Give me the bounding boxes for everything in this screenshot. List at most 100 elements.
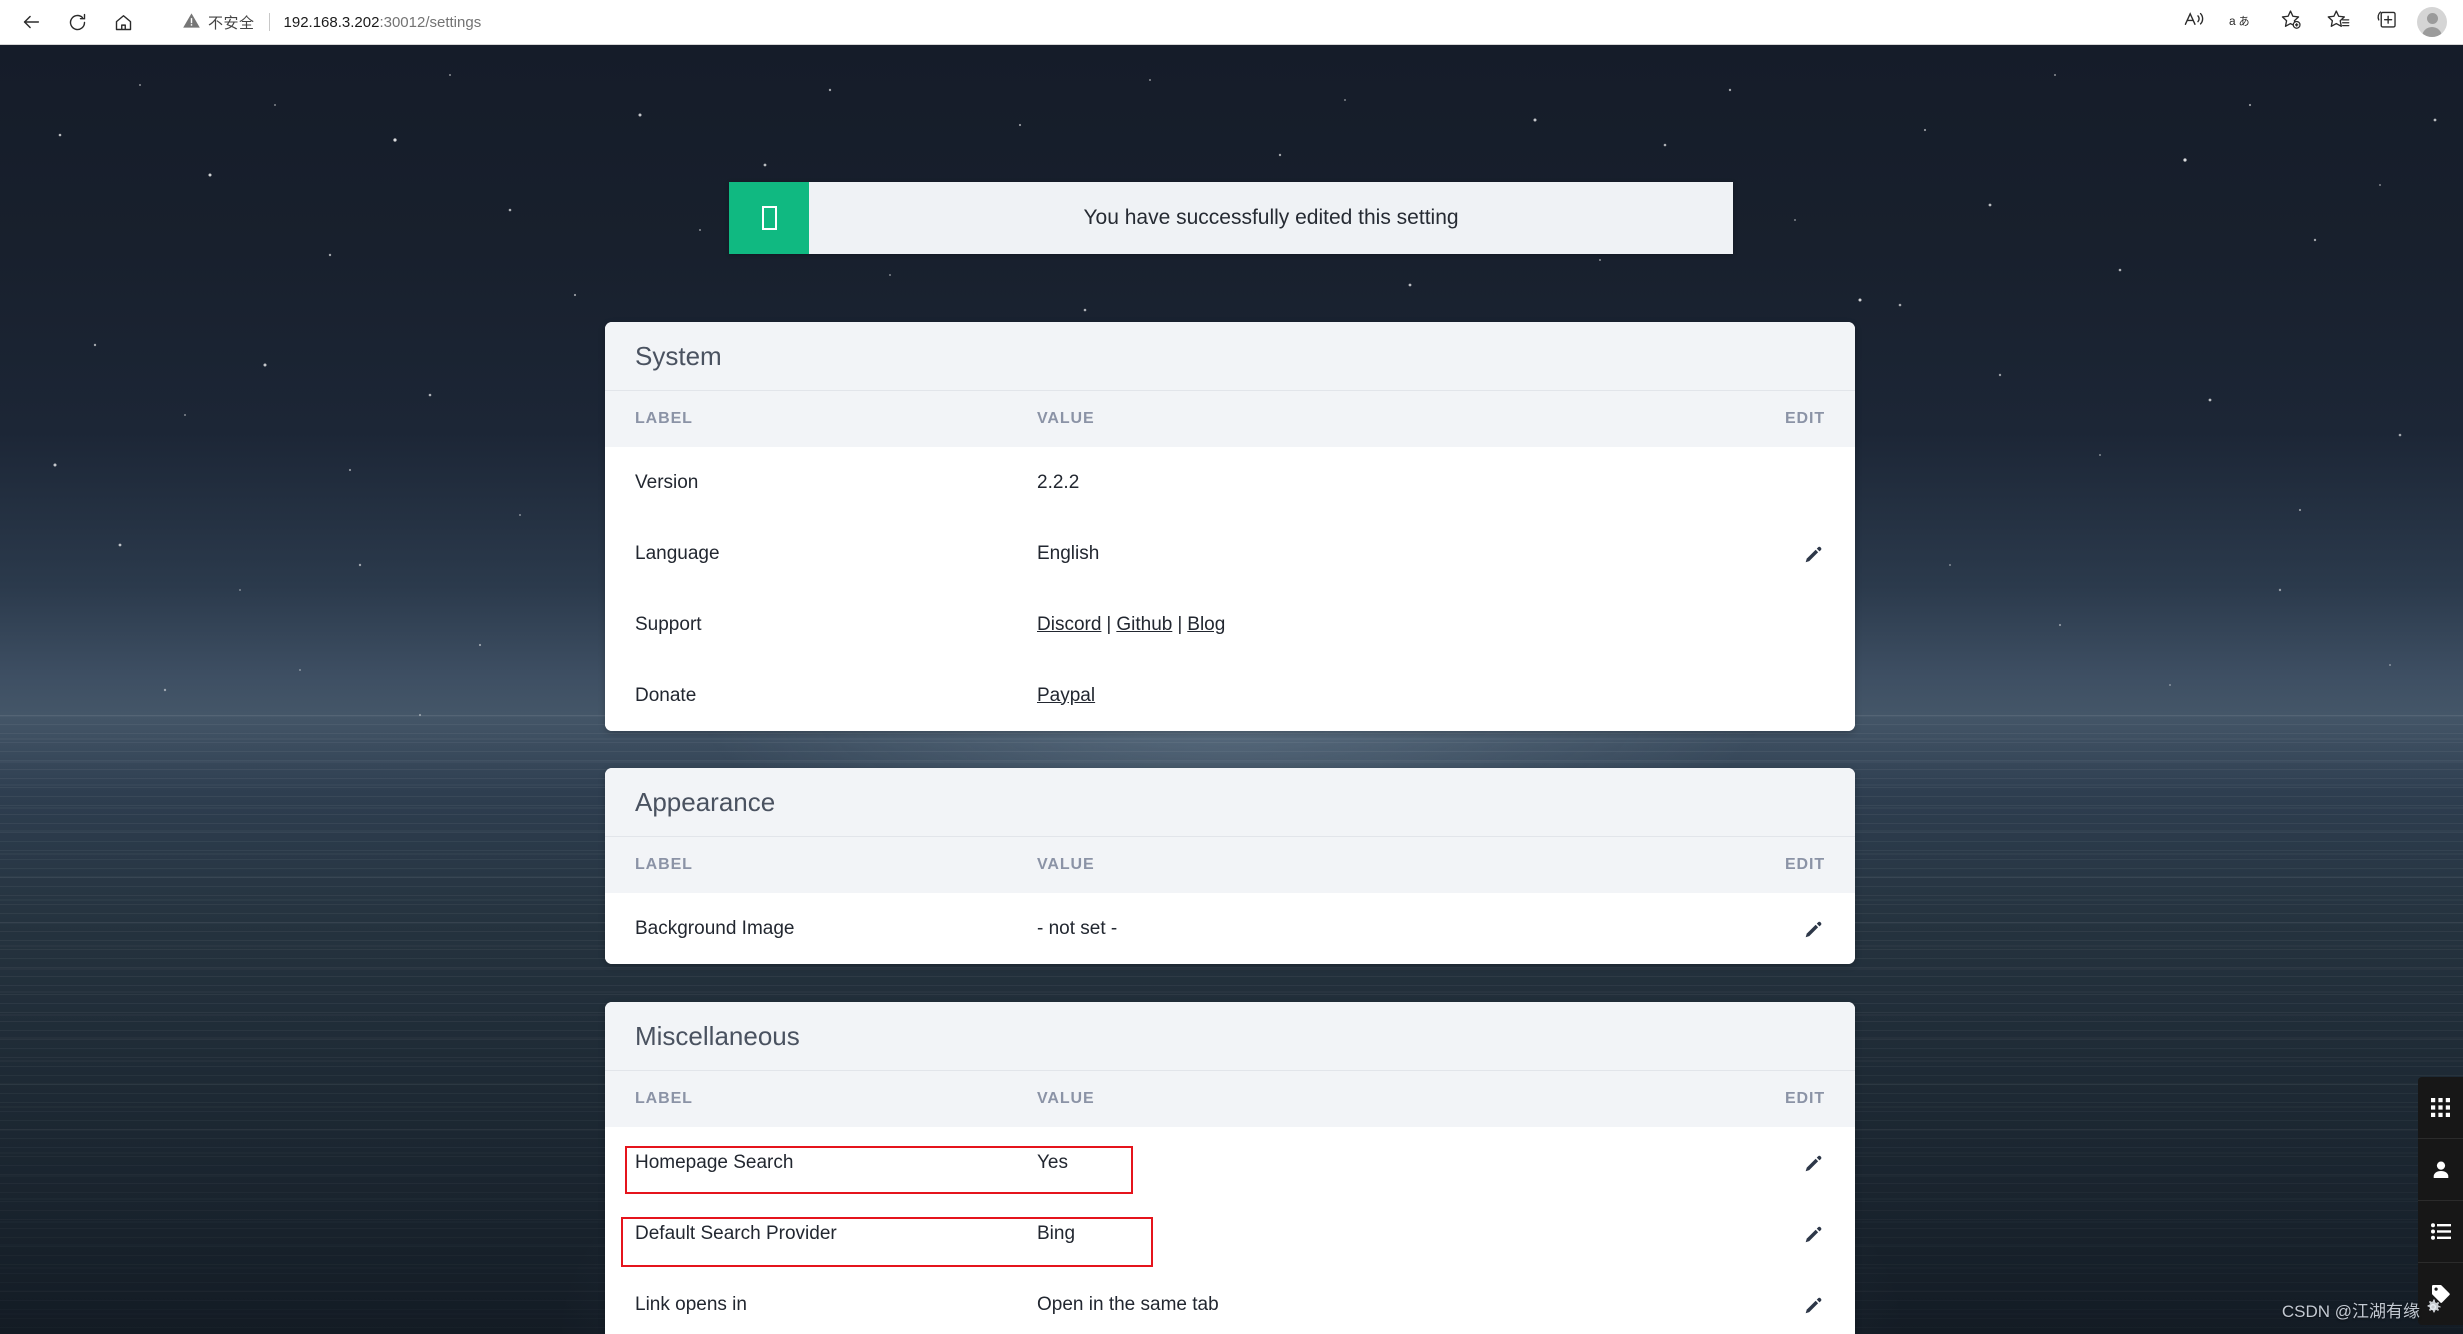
column-header-value: VALUE bbox=[1037, 1090, 1095, 1107]
browser-nav-group bbox=[0, 0, 146, 45]
favorites-button[interactable] bbox=[2315, 0, 2361, 45]
web-page: You have successfully edited this settin… bbox=[0, 45, 2463, 1334]
grid-apps-icon bbox=[2431, 1098, 2450, 1117]
security-status-label: 不安全 bbox=[208, 14, 255, 32]
watermark-text: CSDN @江湖有缘 bbox=[2281, 1302, 2420, 1321]
translate-button[interactable]: a あ bbox=[2219, 0, 2265, 45]
profile-avatar-icon bbox=[2426, 13, 2438, 24]
column-header-value: VALUE bbox=[1037, 410, 1095, 427]
translate-icon: a あ bbox=[2229, 9, 2256, 36]
row-label: Language bbox=[635, 542, 720, 564]
row-label: Link opens in bbox=[635, 1293, 747, 1315]
browser-toolbar: 不安全 192.168.3.202:30012/settings a あ bbox=[0, 0, 2463, 45]
person-icon bbox=[2431, 1160, 2451, 1180]
gear-icon bbox=[2423, 1297, 2443, 1322]
row-value: 2.2.2 bbox=[1037, 471, 1080, 493]
add-favorite-button[interactable] bbox=[2267, 0, 2313, 45]
column-header-label: LABEL bbox=[635, 1090, 693, 1107]
edit-pencil-icon[interactable] bbox=[1799, 1220, 1827, 1248]
column-header-label: LABEL bbox=[635, 410, 693, 427]
address-bar[interactable]: 不安全 192.168.3.202:30012/settings bbox=[168, 5, 2153, 39]
warning-triangle-icon bbox=[182, 11, 201, 34]
edit-pencil-icon[interactable] bbox=[1799, 540, 1827, 568]
row-label: Background Image bbox=[635, 917, 795, 939]
link-blog[interactable]: Blog bbox=[1187, 614, 1225, 635]
table-row: Language English bbox=[605, 518, 1855, 589]
row-label: Default Search Provider bbox=[635, 1222, 837, 1244]
card-title: Appearance bbox=[635, 786, 776, 817]
notification-message: You have successfully edited this settin… bbox=[1083, 206, 1459, 229]
link-paypal[interactable]: Paypal bbox=[1037, 685, 1095, 706]
column-header-value: VALUE bbox=[1037, 856, 1095, 873]
card-title: Miscellaneous bbox=[635, 1020, 800, 1051]
settings-card-miscellaneous: Miscellaneous LABEL VALUE EDIT Homepage … bbox=[605, 1002, 1855, 1334]
watermark: CSDN @江湖有缘 bbox=[2282, 1297, 2443, 1322]
settings-card-appearance: Appearance LABEL VALUE EDIT Background I… bbox=[605, 768, 1855, 964]
column-header-edit: EDIT bbox=[1784, 1090, 1825, 1107]
omnibox-divider bbox=[268, 13, 270, 31]
edit-pencil-icon[interactable] bbox=[1799, 1149, 1827, 1177]
url-path: :30012/settings bbox=[379, 13, 482, 31]
row-value: - not set - bbox=[1037, 917, 1118, 939]
row-label: Support bbox=[635, 613, 702, 635]
column-header-edit: EDIT bbox=[1784, 410, 1825, 427]
table-row: Homepage Search Yes bbox=[605, 1127, 1855, 1198]
row-label: Version bbox=[635, 471, 699, 493]
collections-icon bbox=[2375, 8, 2398, 36]
browser-actions: a あ bbox=[2171, 0, 2463, 45]
reload-button[interactable] bbox=[54, 0, 100, 45]
link-separator: | bbox=[1177, 613, 1183, 635]
edit-pencil-icon[interactable] bbox=[1799, 1291, 1827, 1319]
table-row: Donate Paypal bbox=[605, 660, 1855, 731]
card-title: System bbox=[635, 340, 722, 371]
home-icon bbox=[113, 12, 134, 33]
table-header-row: LABEL VALUE EDIT bbox=[605, 836, 1855, 893]
collections-button[interactable] bbox=[2363, 0, 2409, 45]
add-favorite-star-icon bbox=[2279, 8, 2302, 36]
row-value: Yes bbox=[1037, 1151, 1068, 1173]
svg-text:a: a bbox=[2229, 13, 2236, 27]
svg-text:あ: あ bbox=[2238, 14, 2249, 27]
back-arrow-icon bbox=[20, 11, 42, 33]
read-aloud-icon bbox=[2183, 8, 2206, 36]
card-header: Miscellaneous bbox=[605, 1002, 1855, 1070]
page-content: You have successfully edited this settin… bbox=[0, 45, 2463, 1334]
link-discord[interactable]: Discord bbox=[1037, 614, 1101, 635]
back-button[interactable] bbox=[8, 0, 54, 45]
table-row: Support Discord | Github | Blog bbox=[605, 589, 1855, 660]
card-header: System bbox=[605, 322, 1855, 390]
check-glyph-missing-icon bbox=[761, 206, 777, 230]
url-host: 192.168.3.202 bbox=[283, 13, 380, 31]
table-header-row: LABEL VALUE EDIT bbox=[605, 390, 1855, 447]
settings-card-system: System LABEL VALUE EDIT Version 2.2.2 La… bbox=[605, 322, 1855, 731]
side-toolbar-item-apps[interactable] bbox=[2418, 1077, 2463, 1139]
table-row: Default Search Provider Bing bbox=[605, 1198, 1855, 1269]
edit-pencil-icon[interactable] bbox=[1799, 915, 1827, 943]
notification-icon-block bbox=[729, 182, 809, 254]
reload-icon bbox=[67, 12, 88, 33]
success-notification[interactable]: You have successfully edited this settin… bbox=[729, 182, 1733, 254]
table-header-row: LABEL VALUE EDIT bbox=[605, 1070, 1855, 1127]
link-github[interactable]: Github bbox=[1116, 614, 1172, 635]
side-toolbar bbox=[2418, 1077, 2463, 1325]
row-value-links: Discord | Github | Blog bbox=[1037, 614, 1225, 636]
row-value: English bbox=[1037, 542, 1100, 564]
table-row: Background Image - not set - bbox=[605, 893, 1855, 964]
notification-body: You have successfully edited this settin… bbox=[809, 182, 1733, 254]
profile-avatar[interactable] bbox=[2417, 7, 2447, 37]
table-row: Version 2.2.2 bbox=[605, 447, 1855, 518]
side-toolbar-item-list[interactable] bbox=[2418, 1201, 2463, 1263]
home-button[interactable] bbox=[100, 0, 146, 45]
side-toolbar-item-account[interactable] bbox=[2418, 1139, 2463, 1201]
card-header: Appearance bbox=[605, 768, 1855, 836]
table-row: Link opens in Open in the same tab bbox=[605, 1269, 1855, 1334]
row-value: Bing bbox=[1037, 1222, 1076, 1244]
column-header-label: LABEL bbox=[635, 856, 693, 873]
row-label: Donate bbox=[635, 684, 697, 706]
row-label: Homepage Search bbox=[635, 1151, 794, 1173]
favorites-list-icon bbox=[2327, 8, 2350, 36]
link-separator: | bbox=[1106, 613, 1112, 635]
row-value-links: Paypal bbox=[1037, 685, 1095, 707]
read-aloud-button[interactable] bbox=[2171, 0, 2217, 45]
list-icon bbox=[2430, 1223, 2451, 1240]
